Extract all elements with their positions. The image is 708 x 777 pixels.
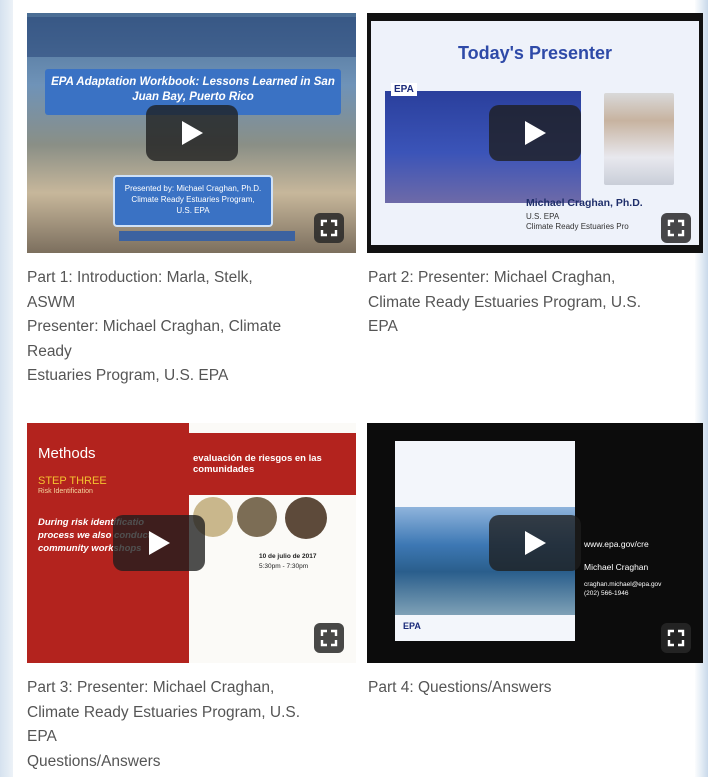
fullscreen-icon: [320, 219, 338, 237]
slide-presenter-name: Michael Craghan, Ph.D.: [526, 197, 643, 209]
play-button[interactable]: [145, 105, 238, 161]
video-caption-part-1: Part 1: Introduction: Marla, Stelk, ASWM…: [27, 266, 357, 389]
slide-heading: Methods: [38, 445, 96, 462]
epa-logo: EPA: [391, 83, 417, 96]
caption-line: Presenter: Michael Craghan, Climate: [27, 318, 282, 335]
video-thumbnail-part-1[interactable]: EPA Adaptation Workbook: Lessons Learned…: [27, 13, 356, 253]
caption-line: EPA: [368, 318, 398, 335]
slide-title-bar: [27, 17, 356, 57]
fullscreen-icon: [667, 219, 685, 237]
poster-photo-2: [237, 497, 277, 537]
play-icon: [525, 531, 546, 555]
fullscreen-button[interactable]: [661, 623, 691, 653]
slide-footer-bar: [119, 231, 295, 241]
play-button[interactable]: [489, 515, 581, 571]
caption-line: Ready: [27, 342, 72, 360]
caption-line: Climate Ready Estuaries Program, U.S.: [368, 293, 642, 311]
video-thumbnail-part-3[interactable]: Methods STEP THREE Risk Identification D…: [27, 423, 356, 663]
video-caption-part-4: Part 4: Questions/Answers: [368, 676, 698, 701]
slide-contact-email: craghan.michael@epa.gov: [584, 581, 662, 588]
slide-step-sub: Risk Identification: [38, 488, 93, 495]
presenter-photo: [604, 93, 674, 185]
fullscreen-button[interactable]: [314, 213, 344, 243]
fullscreen-icon: [320, 629, 338, 647]
caption-line: ASWM: [27, 293, 76, 311]
play-icon: [148, 531, 170, 555]
play-icon: [525, 121, 546, 145]
epa-logo: EPA: [403, 621, 421, 631]
slide-contact-phone: (202) 566-1946: [584, 590, 629, 597]
slide-step: STEP THREE: [38, 475, 107, 487]
slide-heading: Today's Presenter: [457, 43, 612, 63]
fullscreen-button[interactable]: [661, 213, 691, 243]
video-caption-part-3: Part 3: Presenter: Michael Craghan, Clim…: [27, 676, 357, 774]
slide-presenter-org: U.S. EPA: [526, 212, 560, 221]
slide-contact-name: Michael Craghan: [584, 562, 649, 572]
caption-line: Climate Ready Estuaries Program, U.S.: [27, 703, 301, 721]
caption-line: Estuaries Program, U.S. EPA: [27, 367, 229, 384]
caption-line: EPA: [27, 728, 57, 745]
caption-line: Part 4: Questions/Answers: [368, 679, 552, 696]
slide-url: www.epa.gov/cre: [584, 539, 649, 549]
slide-presenter-program: Climate Ready Estuaries Pro: [526, 222, 629, 231]
fullscreen-button[interactable]: [314, 623, 344, 653]
caption-line: Questions/Answers: [27, 752, 161, 770]
poster-photo-3: [285, 497, 327, 539]
play-button[interactable]: [489, 105, 581, 161]
video-thumbnail-part-2[interactable]: Today's Presenter EPA Michael Craghan, P…: [367, 13, 703, 253]
caption-line: Part 2: Presenter: Michael Craghan,: [368, 269, 616, 286]
fullscreen-icon: [667, 629, 685, 647]
video-caption-part-2: Part 2: Presenter: Michael Craghan, Clim…: [368, 266, 698, 340]
caption-line: Part 1: Introduction: Marla, Stelk,: [27, 269, 253, 286]
poster-title: evaluación de riesgos en las comunidades: [193, 453, 322, 475]
poster-time: 5:30pm - 7:30pm: [259, 563, 309, 570]
slide-presenter-box: Presented by: Michael Craghan, Ph.D. Cli…: [113, 175, 273, 227]
poster-date: 10 de julio de 2017: [259, 553, 317, 560]
caption-line: Part 3: Presenter: Michael Craghan,: [27, 679, 275, 696]
play-button[interactable]: [112, 515, 205, 571]
video-thumbnail-part-4[interactable]: EPA www.epa.gov/cre Michael Craghan crag…: [367, 423, 703, 663]
play-icon: [181, 121, 203, 145]
